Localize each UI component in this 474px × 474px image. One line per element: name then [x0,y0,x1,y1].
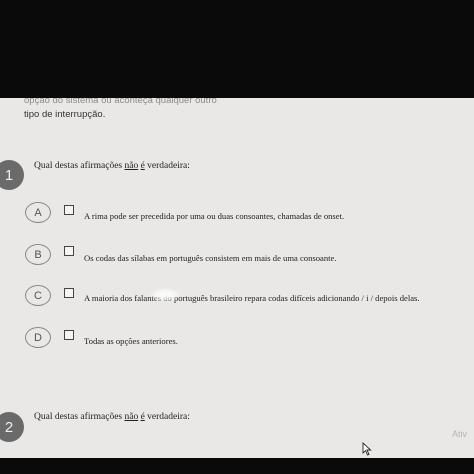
underlined-word: não [124,412,139,422]
instruction-line-1: opção do sistema ou aconteça qualquer ou… [24,98,217,106]
option-d-text[interactable]: Todas as opções anteriores. [84,336,178,346]
option-a-checkbox[interactable] [64,205,74,215]
option-letter-a[interactable]: A [25,202,51,223]
option-c-checkbox[interactable] [64,288,74,298]
option-letter-d[interactable]: D [25,327,51,348]
underlined-word: não [124,161,139,171]
option-d-checkbox[interactable] [64,330,74,340]
question-number-badge: 1 [0,160,24,190]
question-number-badge: 2 [0,412,24,442]
option-b-checkbox[interactable] [64,246,74,256]
activation-watermark: Ativ [452,429,468,439]
instruction-text: opção do sistema ou aconteça qualquer ou… [24,98,217,122]
instruction-line-2: tipo de interrupção. [24,109,106,120]
option-a-text[interactable]: A rima pode ser precedida por uma ou dua… [84,211,344,221]
option-letter-b[interactable]: B [25,244,51,265]
question-text: Qual destas afirmações não é verdadeira: [34,412,190,422]
quiz-screen: opção do sistema ou aconteça qualquer ou… [0,98,474,458]
option-b-text[interactable]: Os codas das sílabas em português consis… [84,253,337,263]
option-letter-c[interactable]: C [25,285,51,306]
question-text: Qual destas afirmações não é verdadeira: [34,161,190,171]
mouse-pointer-icon [362,442,372,456]
option-c-text[interactable]: A maioria dos falantes do português bras… [84,293,420,303]
